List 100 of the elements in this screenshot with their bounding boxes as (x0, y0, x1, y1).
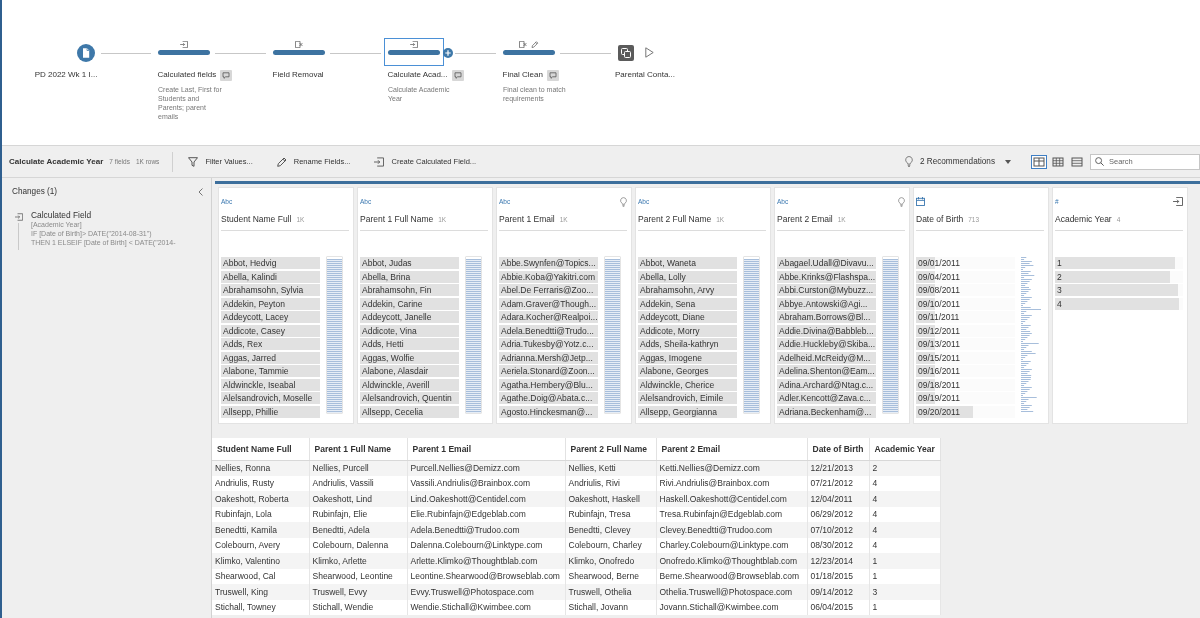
profile-value[interactable]: 09/08/2011 (916, 284, 1015, 296)
column-header[interactable]: Date of Birth (807, 438, 869, 460)
profile-value[interactable]: Alelsandrovich, Eimile (638, 392, 737, 404)
profile-value[interactable]: Abella, Lolly (638, 270, 737, 283)
column-header[interactable]: Academic Year (869, 438, 941, 460)
profile-value[interactable]: 2 (1055, 270, 1183, 283)
profile-value[interactable]: Aeriela.Stonard@Zoon... (499, 365, 598, 377)
list-icon[interactable] (1069, 154, 1085, 169)
profile-value[interactable]: Abbie.Koba@Yakitri.com (499, 270, 598, 283)
profile-value[interactable]: Addie.Divina@Babbleb... (777, 324, 876, 337)
profile-value[interactable]: Addekin, Peyton (221, 297, 320, 310)
profile-value[interactable]: Agosto.Hinckesman@... (499, 405, 598, 418)
play-icon[interactable] (645, 47, 654, 58)
profile-value[interactable]: Abbot, Hedvig (221, 257, 320, 269)
profile-value[interactable]: Abella, Brina (360, 270, 459, 283)
profile-value[interactable]: Aggas, Imogene (638, 351, 737, 364)
profile-value[interactable]: Alabone, Georges (638, 365, 737, 377)
profile-value[interactable]: 09/01/2011 (916, 257, 1015, 269)
profile-value[interactable]: Addeycott, Janelle (360, 311, 459, 323)
profile-value[interactable]: Adrianna.Mersh@Jetp... (499, 351, 598, 364)
profile-value[interactable]: Alelsandrovich, Moselle (221, 392, 320, 404)
recommendations-button[interactable]: 2 Recommendations (904, 155, 1011, 168)
profile-value[interactable]: Adds, Rex (221, 338, 320, 350)
profile-value[interactable]: Aggas, Jarred (221, 351, 320, 364)
profile-value[interactable]: Adara.Kocher@Realpoi... (499, 311, 598, 323)
profile-value[interactable]: Adds, Sheila-kathryn (638, 338, 737, 350)
profile-value[interactable]: Abrahamsohn, Sylvia (221, 284, 320, 296)
profile-value[interactable]: Adelina.Shenton@Eam... (777, 365, 876, 377)
profile-value[interactable]: 09/18/2011 (916, 378, 1015, 391)
profile-value[interactable]: Abraham.Borrows@Bl... (777, 311, 876, 323)
document-icon[interactable] (77, 44, 95, 62)
profile-value[interactable]: 09/10/2011 (916, 297, 1015, 310)
profile-value[interactable]: Addekin, Sena (638, 297, 737, 310)
comment-icon[interactable] (546, 69, 559, 81)
flow-step[interactable] (383, 38, 444, 66)
page-arrow-icon[interactable] (1173, 197, 1183, 206)
profile-value[interactable]: Addicote, Vina (360, 324, 459, 337)
profile-value[interactable]: 09/20/2011 (916, 405, 1015, 418)
profile-value[interactable]: Abbe.Krinks@Flashspa... (777, 270, 876, 283)
profile-value[interactable]: Allsepp, Georgianna (638, 405, 737, 418)
profile-value[interactable]: Addeycott, Lacey (221, 311, 320, 323)
change-title[interactable]: Calculated Field (31, 210, 176, 220)
profile-value[interactable]: Abagael.Udall@Divavu... (777, 257, 876, 269)
profile-value[interactable]: 1 (1055, 257, 1183, 269)
profile-value[interactable]: Abella, Kalindi (221, 270, 320, 283)
profile-value[interactable]: Addekin, Carine (360, 297, 459, 310)
column-header[interactable]: Parent 2 Full Name (565, 438, 656, 460)
panels-icon[interactable] (1031, 154, 1047, 169)
profile-value[interactable]: Aldwinckle, Iseabal (221, 378, 320, 391)
profile-value[interactable]: Alabone, Tammie (221, 365, 320, 377)
profile-value[interactable]: Adds, Hetti (360, 338, 459, 350)
profile-value[interactable]: Abbi.Curston@Mybuzz... (777, 284, 876, 296)
profile-value[interactable]: 09/13/2011 (916, 338, 1015, 350)
column-header[interactable]: Parent 1 Email (407, 438, 565, 460)
profile-value[interactable]: Aldwinckle, Cherice (638, 378, 737, 391)
profile-value[interactable]: Abbye.Antowski@Agi... (777, 297, 876, 310)
profile-value[interactable]: Adela.Benedtti@Trudo... (499, 324, 598, 337)
profile-value[interactable]: Addicote, Casey (221, 324, 320, 337)
profile-value[interactable]: Adam.Graver@Though... (499, 297, 598, 310)
comment-icon[interactable] (220, 69, 233, 81)
lightbulb-icon[interactable] (898, 196, 905, 207)
add-icon[interactable] (442, 47, 453, 58)
profile-value[interactable]: 09/12/2011 (916, 324, 1015, 337)
profile-value[interactable]: 3 (1055, 284, 1183, 296)
comment-icon[interactable] (451, 69, 464, 81)
lightbulb-icon[interactable] (620, 196, 627, 207)
profile-value[interactable]: Adriana.Beckenham@... (777, 405, 876, 418)
profile-value[interactable]: Abrahamsohn, Fin (360, 284, 459, 296)
profile-value[interactable]: Addeycott, Diane (638, 311, 737, 323)
profile-value[interactable]: Adelheid.McReidy@M... (777, 351, 876, 364)
profile-value[interactable]: Aggas, Wolfie (360, 351, 459, 364)
profile-value[interactable]: Abbot, Judas (360, 257, 459, 269)
page-arrow-icon[interactable] (15, 212, 23, 222)
profile-value[interactable]: 09/15/2011 (916, 351, 1015, 364)
profile-value[interactable]: Aldwinckle, Averill (360, 378, 459, 391)
profile-value[interactable]: Allsepp, Cecelia (360, 405, 459, 418)
column-header[interactable]: Parent 1 Full Name (309, 438, 407, 460)
profile-value[interactable]: 09/16/2011 (916, 365, 1015, 377)
profile-value[interactable]: Agathe.Doig@Abata.c... (499, 392, 598, 404)
table-icon[interactable] (1050, 154, 1066, 169)
profile-value[interactable]: Abbot, Waneta (638, 257, 737, 269)
profile-value[interactable]: Alabone, Alasdair (360, 365, 459, 377)
profile-value[interactable]: Abbe.Swynfen@Topics... (499, 257, 598, 269)
documents-icon[interactable] (618, 44, 634, 61)
profile-value[interactable]: Adina.Archard@Ntag.c... (777, 378, 876, 391)
profile-value[interactable]: 09/19/2011 (916, 392, 1015, 404)
profile-value[interactable]: Adler.Kencott@Zava.c... (777, 392, 876, 404)
chevron-left-icon[interactable] (198, 187, 203, 196)
profile-value[interactable]: Alelsandrovich, Quentin (360, 392, 459, 404)
profile-value[interactable]: 09/04/2011 (916, 270, 1015, 283)
column-header[interactable]: Parent 2 Email (656, 438, 807, 460)
profile-value[interactable]: Addie.Huckleby@Skiba... (777, 338, 876, 350)
profile-value[interactable]: 4 (1055, 297, 1183, 310)
profile-value[interactable]: Abrahamsohn, Arvy (638, 284, 737, 296)
profile-value[interactable]: Agatha.Hembery@Blu... (499, 378, 598, 391)
profile-value[interactable]: Allsepp, Phillie (221, 405, 320, 418)
column-header[interactable]: Student Name Full (212, 438, 309, 460)
profile-value[interactable]: 09/11/2011 (916, 311, 1015, 323)
profile-value[interactable]: Abel.De Ferraris@Zoo... (499, 284, 598, 296)
profile-value[interactable]: Addicote, Morry (638, 324, 737, 337)
